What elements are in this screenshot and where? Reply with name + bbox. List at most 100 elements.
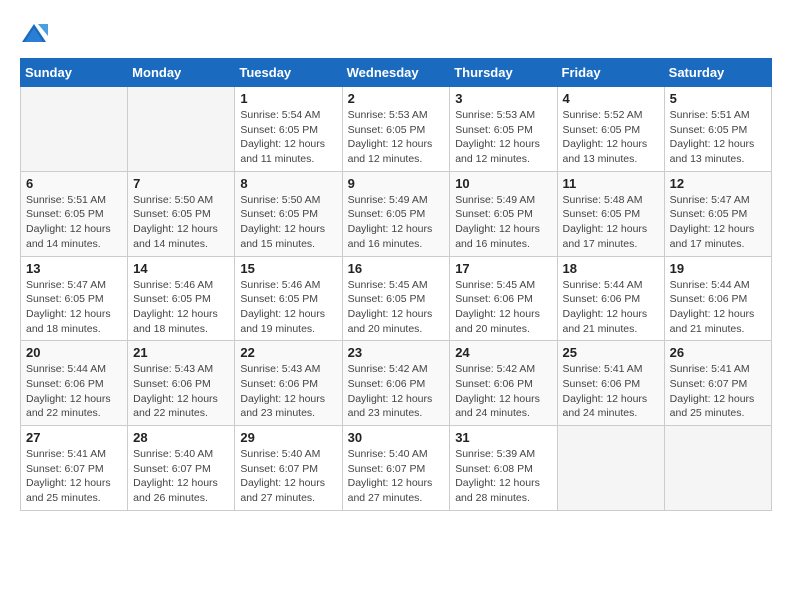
- day-number: 10: [455, 176, 551, 191]
- day-number: 29: [240, 430, 336, 445]
- day-info: Sunrise: 5:51 AM Sunset: 6:05 PM Dayligh…: [670, 108, 766, 167]
- day-info: Sunrise: 5:49 AM Sunset: 6:05 PM Dayligh…: [348, 193, 445, 252]
- calendar-cell: 8Sunrise: 5:50 AM Sunset: 6:05 PM Daylig…: [235, 171, 342, 256]
- day-info: Sunrise: 5:42 AM Sunset: 6:06 PM Dayligh…: [348, 362, 445, 421]
- day-number: 17: [455, 261, 551, 276]
- weekday-tuesday: Tuesday: [235, 59, 342, 87]
- day-number: 20: [26, 345, 122, 360]
- day-info: Sunrise: 5:54 AM Sunset: 6:05 PM Dayligh…: [240, 108, 336, 167]
- day-number: 4: [563, 91, 659, 106]
- day-info: Sunrise: 5:47 AM Sunset: 6:05 PM Dayligh…: [670, 193, 766, 252]
- calendar-cell: 21 Sunrise: 5:43 AM Sunset: 6:06 PM Dayli…: [128, 341, 235, 426]
- week-row-3: 13Sunrise: 5:47 AM Sunset: 6:05 PM Dayli…: [21, 256, 772, 341]
- week-row-1: 1 Sunrise: 5:54 AM Sunset: 6:05 PM Daylig…: [21, 87, 772, 172]
- logo-icon: [20, 20, 48, 48]
- calendar-cell: 10Sunrise: 5:49 AM Sunset: 6:05 PM Dayli…: [450, 171, 557, 256]
- day-info: Sunrise: 5:40 AM Sunset: 6:07 PM Dayligh…: [133, 447, 229, 506]
- calendar-cell: 19 Sunrise: 5:44 AM Sunset: 6:06 PM Dayli…: [664, 256, 771, 341]
- calendar-cell: 17 Sunrise: 5:45 AM Sunset: 6:06 PM Dayli…: [450, 256, 557, 341]
- day-info: Sunrise: 5:41 AM Sunset: 6:07 PM Dayligh…: [26, 447, 122, 506]
- calendar-cell: [21, 87, 128, 172]
- calendar-cell: 23 Sunrise: 5:42 AM Sunset: 6:06 PM Dayli…: [342, 341, 450, 426]
- calendar-cell: 28Sunrise: 5:40 AM Sunset: 6:07 PM Dayli…: [128, 426, 235, 511]
- calendar-cell: 27 Sunrise: 5:41 AM Sunset: 6:07 PM Dayli…: [21, 426, 128, 511]
- calendar-cell: 18 Sunrise: 5:44 AM Sunset: 6:06 PM Dayli…: [557, 256, 664, 341]
- day-info: Sunrise: 5:43 AM Sunset: 6:06 PM Dayligh…: [133, 362, 229, 421]
- day-info: Sunrise: 5:50 AM Sunset: 6:05 PM Dayligh…: [133, 193, 229, 252]
- calendar-cell: 11Sunrise: 5:48 AM Sunset: 6:05 PM Dayli…: [557, 171, 664, 256]
- day-number: 19: [670, 261, 766, 276]
- day-number: 15: [240, 261, 336, 276]
- weekday-sunday: Sunday: [21, 59, 128, 87]
- day-info: Sunrise: 5:44 AM Sunset: 6:06 PM Dayligh…: [563, 278, 659, 337]
- day-number: 27: [26, 430, 122, 445]
- day-info: Sunrise: 5:46 AM Sunset: 6:05 PM Dayligh…: [133, 278, 229, 337]
- calendar-cell: 22Sunrise: 5:43 AM Sunset: 6:06 PM Dayli…: [235, 341, 342, 426]
- day-number: 16: [348, 261, 445, 276]
- day-number: 23: [348, 345, 445, 360]
- day-number: 5: [670, 91, 766, 106]
- day-number: 18: [563, 261, 659, 276]
- day-number: 1: [240, 91, 336, 106]
- day-info: Sunrise: 5:45 AM Sunset: 6:05 PM Dayligh…: [348, 278, 445, 337]
- week-row-2: 6Sunrise: 5:51 AM Sunset: 6:05 PM Daylig…: [21, 171, 772, 256]
- calendar-cell: [557, 426, 664, 511]
- day-info: Sunrise: 5:50 AM Sunset: 6:05 PM Dayligh…: [240, 193, 336, 252]
- day-info: Sunrise: 5:46 AM Sunset: 6:05 PM Dayligh…: [240, 278, 336, 337]
- calendar-cell: 1 Sunrise: 5:54 AM Sunset: 6:05 PM Daylig…: [235, 87, 342, 172]
- calendar-cell: 6Sunrise: 5:51 AM Sunset: 6:05 PM Daylig…: [21, 171, 128, 256]
- day-number: 6: [26, 176, 122, 191]
- weekday-row: SundayMondayTuesdayWednesdayThursdayFrid…: [21, 59, 772, 87]
- weekday-saturday: Saturday: [664, 59, 771, 87]
- calendar-cell: [664, 426, 771, 511]
- calendar-cell: [128, 87, 235, 172]
- day-number: 3: [455, 91, 551, 106]
- day-info: Sunrise: 5:44 AM Sunset: 6:06 PM Dayligh…: [26, 362, 122, 421]
- calendar-cell: 20 Sunrise: 5:44 AM Sunset: 6:06 PM Dayli…: [21, 341, 128, 426]
- day-number: 25: [563, 345, 659, 360]
- calendar-cell: 5 Sunrise: 5:51 AM Sunset: 6:05 PM Daylig…: [664, 87, 771, 172]
- day-number: 14: [133, 261, 229, 276]
- calendar-cell: 30Sunrise: 5:40 AM Sunset: 6:07 PM Dayli…: [342, 426, 450, 511]
- day-info: Sunrise: 5:53 AM Sunset: 6:05 PM Dayligh…: [455, 108, 551, 167]
- calendar-cell: 29 Sunrise: 5:40 AM Sunset: 6:07 PM Dayli…: [235, 426, 342, 511]
- day-number: 22: [240, 345, 336, 360]
- calendar-cell: 25 Sunrise: 5:41 AM Sunset: 6:06 PM Dayli…: [557, 341, 664, 426]
- page-header: [20, 20, 772, 48]
- day-number: 13: [26, 261, 122, 276]
- calendar-cell: 15 Sunrise: 5:46 AM Sunset: 6:05 PM Dayli…: [235, 256, 342, 341]
- day-info: Sunrise: 5:40 AM Sunset: 6:07 PM Dayligh…: [240, 447, 336, 506]
- weekday-thursday: Thursday: [450, 59, 557, 87]
- day-number: 12: [670, 176, 766, 191]
- day-number: 11: [563, 176, 659, 191]
- logo: [20, 20, 52, 48]
- day-info: Sunrise: 5:52 AM Sunset: 6:05 PM Dayligh…: [563, 108, 659, 167]
- day-info: Sunrise: 5:44 AM Sunset: 6:06 PM Dayligh…: [670, 278, 766, 337]
- day-number: 24: [455, 345, 551, 360]
- day-info: Sunrise: 5:42 AM Sunset: 6:06 PM Dayligh…: [455, 362, 551, 421]
- calendar-cell: 9Sunrise: 5:49 AM Sunset: 6:05 PM Daylig…: [342, 171, 450, 256]
- calendar-cell: 31Sunrise: 5:39 AM Sunset: 6:08 PM Dayli…: [450, 426, 557, 511]
- day-info: Sunrise: 5:45 AM Sunset: 6:06 PM Dayligh…: [455, 278, 551, 337]
- calendar-cell: 13Sunrise: 5:47 AM Sunset: 6:05 PM Dayli…: [21, 256, 128, 341]
- weekday-friday: Friday: [557, 59, 664, 87]
- calendar-header: SundayMondayTuesdayWednesdayThursdayFrid…: [21, 59, 772, 87]
- day-info: Sunrise: 5:41 AM Sunset: 6:06 PM Dayligh…: [563, 362, 659, 421]
- week-row-5: 27 Sunrise: 5:41 AM Sunset: 6:07 PM Dayli…: [21, 426, 772, 511]
- calendar-cell: 3 Sunrise: 5:53 AM Sunset: 6:05 PM Daylig…: [450, 87, 557, 172]
- day-info: Sunrise: 5:39 AM Sunset: 6:08 PM Dayligh…: [455, 447, 551, 506]
- calendar-cell: 16 Sunrise: 5:45 AM Sunset: 6:05 PM Dayli…: [342, 256, 450, 341]
- day-number: 21: [133, 345, 229, 360]
- day-info: Sunrise: 5:40 AM Sunset: 6:07 PM Dayligh…: [348, 447, 445, 506]
- calendar-table: SundayMondayTuesdayWednesdayThursdayFrid…: [20, 58, 772, 511]
- calendar-cell: 12 Sunrise: 5:47 AM Sunset: 6:05 PM Dayli…: [664, 171, 771, 256]
- calendar-cell: 24 Sunrise: 5:42 AM Sunset: 6:06 PM Dayli…: [450, 341, 557, 426]
- calendar-cell: 14 Sunrise: 5:46 AM Sunset: 6:05 PM Dayli…: [128, 256, 235, 341]
- calendar-cell: 7 Sunrise: 5:50 AM Sunset: 6:05 PM Daylig…: [128, 171, 235, 256]
- calendar-cell: 2Sunrise: 5:53 AM Sunset: 6:05 PM Daylig…: [342, 87, 450, 172]
- weekday-monday: Monday: [128, 59, 235, 87]
- day-number: 2: [348, 91, 445, 106]
- weekday-wednesday: Wednesday: [342, 59, 450, 87]
- week-row-4: 20 Sunrise: 5:44 AM Sunset: 6:06 PM Dayli…: [21, 341, 772, 426]
- day-number: 7: [133, 176, 229, 191]
